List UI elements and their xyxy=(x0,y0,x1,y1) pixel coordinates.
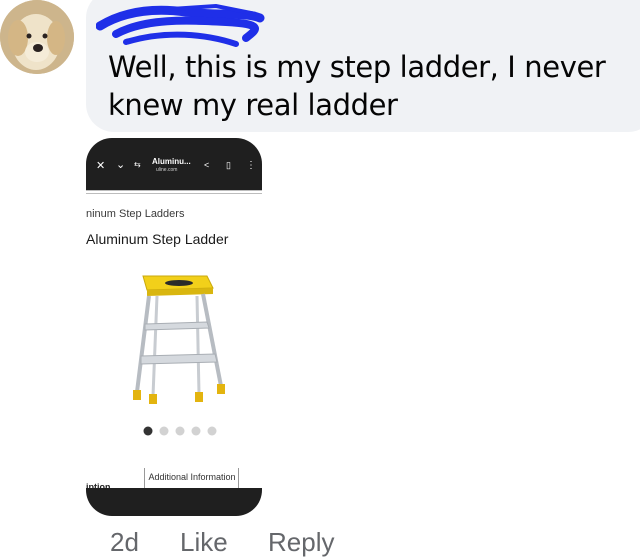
tab-additional-information[interactable]: Additional Information xyxy=(148,472,236,482)
chevron-down-icon[interactable]: ⌄ xyxy=(116,158,125,171)
site-settings-icon[interactable]: ⇆ xyxy=(134,160,141,169)
carousel-dots[interactable] xyxy=(142,424,222,438)
like-button[interactable]: Like xyxy=(180,527,228,558)
reply-button[interactable]: Reply xyxy=(268,527,334,558)
product-title: Aluminum Step Ladder xyxy=(86,231,229,247)
breadcrumb[interactable]: ninum Step Ladders xyxy=(86,208,184,220)
divider xyxy=(86,190,262,191)
share-icon[interactable]: < xyxy=(204,160,209,170)
divider xyxy=(86,193,262,194)
step-ladder-image[interactable] xyxy=(127,268,237,414)
close-icon[interactable]: ✕ xyxy=(96,159,105,172)
dog-photo xyxy=(0,0,74,74)
comment-text: Well, this is my step ladder, I never kn… xyxy=(108,50,606,122)
bookmark-icon[interactable]: ▯ xyxy=(226,160,231,171)
avatar[interactable] xyxy=(0,0,74,74)
page-title: Aluminu... xyxy=(152,157,191,166)
name-scribble xyxy=(96,4,265,47)
page-domain: uline.com xyxy=(156,167,178,173)
browser-toolbar: ✕ ⌄ ⇆ Aluminu... uline.com < ▯ ⋮ xyxy=(86,138,262,190)
comment-time: 2d xyxy=(110,527,139,557)
more-icon[interactable]: ⋮ xyxy=(246,160,256,171)
phone-bottom-bar xyxy=(86,488,262,516)
